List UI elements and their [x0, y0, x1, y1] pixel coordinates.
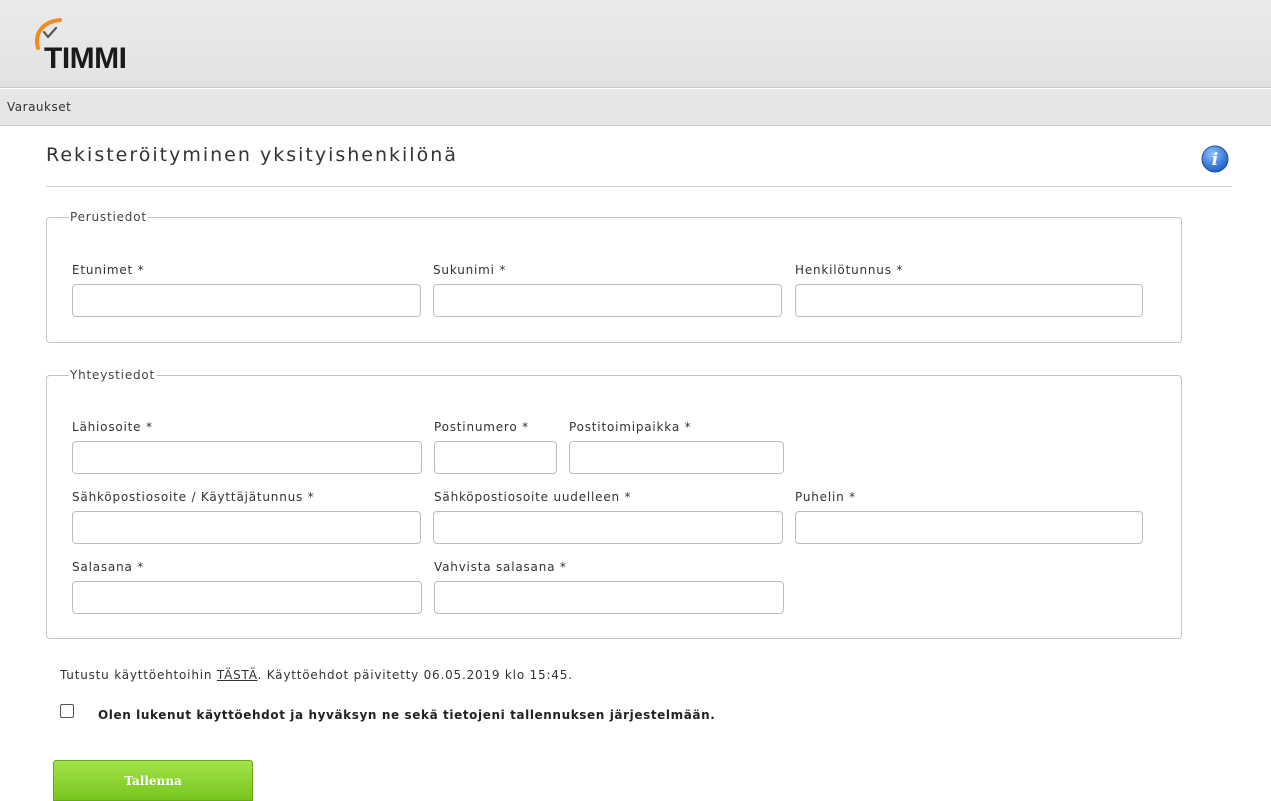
password-label: Salasana * — [72, 560, 145, 574]
last-name-input[interactable] — [433, 284, 782, 317]
password-input[interactable] — [72, 581, 422, 614]
terms-prefix: Tutustu käyttöehtoihin — [60, 668, 217, 682]
street-address-label: Lähiosoite * — [72, 420, 153, 434]
svg-text:i: i — [1212, 150, 1218, 170]
email-confirm-input[interactable] — [433, 511, 783, 544]
password-confirm-label: Vahvista salasana * — [434, 560, 567, 574]
timmi-logo[interactable]: TIMMI — [30, 16, 170, 80]
last-name-label: Sukunimi * — [433, 263, 507, 277]
password-confirm-input[interactable] — [434, 581, 784, 614]
city-input[interactable] — [569, 441, 784, 474]
terms-link[interactable]: TÄSTÄ — [217, 668, 258, 682]
nav-item-varaukset[interactable]: Varaukset — [7, 100, 71, 114]
terms-suffix: . Käyttöehdot päivitetty 06.05.2019 klo … — [257, 668, 573, 682]
accept-terms-checkbox[interactable] — [60, 704, 74, 718]
phone-input[interactable] — [795, 511, 1143, 544]
info-icon[interactable]: i — [1200, 144, 1230, 174]
basic-info-fieldset: Perustiedot — [46, 210, 1182, 343]
logo-text: TIMMI — [44, 42, 127, 75]
first-names-label: Etunimet * — [72, 263, 145, 277]
contact-info-legend: Yhteystiedot — [70, 368, 156, 382]
main-nav: Varaukset — [0, 89, 1271, 126]
terms-info-text: Tutustu käyttöehtoihin TÄSTÄ. Käyttöehdo… — [60, 668, 573, 682]
email-username-input[interactable] — [72, 511, 421, 544]
page-title: Rekisteröityminen yksityishenkilönä — [46, 144, 458, 166]
title-divider — [46, 186, 1232, 187]
email-username-label: Sähköpostiosoite / Käyttäjätunnus * — [72, 490, 315, 504]
ssn-input[interactable] — [795, 284, 1143, 317]
phone-label: Puhelin * — [795, 490, 856, 504]
city-label: Postitoimipaikka * — [569, 420, 692, 434]
ssn-label: Henkilötunnus * — [795, 263, 904, 277]
email-confirm-label: Sähköpostiosoite uudelleen * — [434, 490, 632, 504]
basic-info-legend: Perustiedot — [70, 210, 147, 224]
postal-code-label: Postinumero * — [434, 420, 529, 434]
postal-code-input[interactable] — [434, 441, 557, 474]
accept-terms-label[interactable]: Olen lukenut käyttöehdot ja hyväksyn ne … — [98, 708, 715, 722]
save-button[interactable]: Tallenna — [53, 760, 253, 801]
first-names-input[interactable] — [72, 284, 421, 317]
app-header: TIMMI — [0, 0, 1271, 88]
street-address-input[interactable] — [72, 441, 422, 474]
